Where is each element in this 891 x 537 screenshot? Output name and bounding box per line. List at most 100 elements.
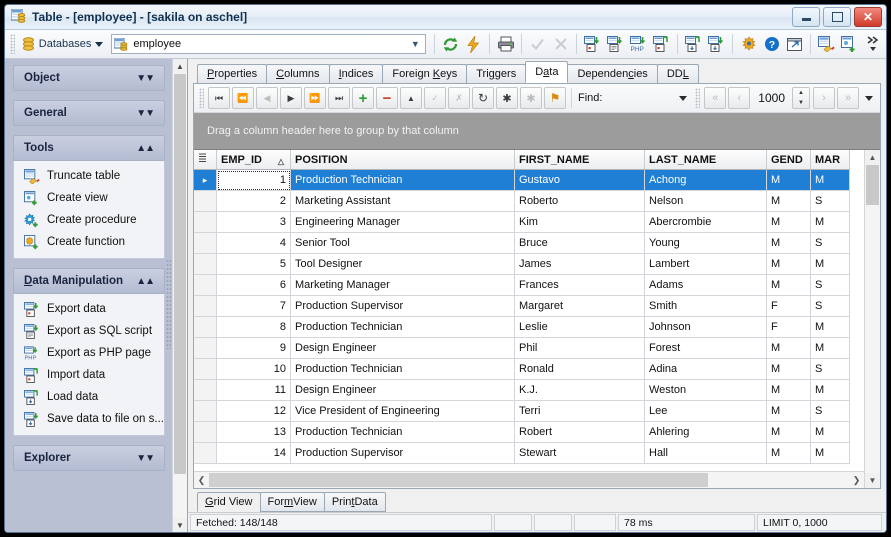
cell-first_name[interactable]: Robert xyxy=(514,421,645,443)
grid-horizontal-scrollbar[interactable]: ❮ ❯ xyxy=(194,471,864,488)
find-input[interactable] xyxy=(606,89,674,107)
cell-marital[interactable]: S xyxy=(810,400,850,422)
row-indicator[interactable] xyxy=(194,211,217,233)
cell-last_name[interactable]: Achong xyxy=(644,169,767,191)
refresh-data-button[interactable]: ↻ xyxy=(472,87,494,109)
save-data-button[interactable] xyxy=(705,32,728,56)
row-indicator-header[interactable] xyxy=(194,150,217,170)
tab-form-view[interactable]: For m View xyxy=(259,492,325,512)
table-row[interactable]: 8 Production Technician Leslie Johnson F M xyxy=(194,316,850,338)
cell-emp_id[interactable]: 13 xyxy=(216,421,291,443)
tab-data[interactable]: Da ta xyxy=(525,61,569,83)
cancel-edit-button[interactable]: ✗ xyxy=(448,87,470,109)
column-header-last-name[interactable]: LAST_NAME xyxy=(644,150,767,170)
minimize-button[interactable] xyxy=(792,7,820,27)
table-row[interactable]: 2 Marketing Assistant Roberto Nelson M S xyxy=(194,190,850,212)
cell-emp_id[interactable]: 4 xyxy=(216,232,291,254)
cell-marital[interactable]: M xyxy=(810,211,850,233)
last-page-button[interactable]: » xyxy=(837,87,859,109)
cell-last_name[interactable]: Nelson xyxy=(644,190,767,212)
column-header-marital[interactable]: MAR xyxy=(810,150,850,170)
cell-position[interactable]: Design Engineer xyxy=(290,379,515,401)
cell-last_name[interactable]: Abercrombie xyxy=(644,211,767,233)
overflow-button[interactable] xyxy=(861,32,884,56)
commit-button[interactable] xyxy=(526,32,549,56)
sidebar-item-create-procedure[interactable]: Create procedure xyxy=(14,209,164,231)
cell-gender[interactable]: M xyxy=(766,274,811,296)
cell-first_name[interactable]: Leslie xyxy=(514,316,645,338)
help-button[interactable]: ? xyxy=(760,32,783,56)
truncate-table-button[interactable] xyxy=(815,32,838,56)
table-row[interactable]: 3 Engineering Manager Kim Abercrombie M M xyxy=(194,211,850,233)
databases-dropdown[interactable]: Databases xyxy=(18,33,108,55)
prior-record-button[interactable]: ◀ xyxy=(256,87,278,109)
cell-gender[interactable]: M xyxy=(766,379,811,401)
import-data-button[interactable] xyxy=(650,32,673,56)
table-row[interactable]: 13 Production Technician Robert Ahlering M M xyxy=(194,421,850,443)
cell-last_name[interactable]: Smith xyxy=(644,295,767,317)
cell-gender[interactable]: F xyxy=(766,316,811,338)
cell-marital[interactable]: S xyxy=(810,274,850,296)
record-limit-spinner[interactable]: ▲ ▼ xyxy=(792,87,810,109)
close-button[interactable]: ✕ xyxy=(854,7,882,27)
sidebar-header-data-manipulation[interactable]: Data Manipulation ▲▲ xyxy=(13,268,165,294)
sidebar-item-import-data[interactable]: Import data xyxy=(14,364,164,386)
export-php-button[interactable]: PHP xyxy=(627,32,650,56)
vscroll-track[interactable] xyxy=(865,165,880,473)
tab-print-data[interactable]: Prin t Data xyxy=(323,492,386,512)
pager-overflow-icon[interactable] xyxy=(865,95,873,101)
cell-last_name[interactable]: Hall xyxy=(644,442,767,464)
cell-gender[interactable]: M xyxy=(766,253,811,275)
cell-position[interactable]: Production Technician xyxy=(290,358,515,380)
row-indicator[interactable] xyxy=(194,358,217,380)
row-indicator[interactable] xyxy=(194,337,217,359)
cell-first_name[interactable]: Frances xyxy=(514,274,645,296)
grid-vertical-scrollbar[interactable]: ▲ ▼ xyxy=(864,150,880,488)
cell-first_name[interactable]: Terri xyxy=(514,400,645,422)
sidebar-item-export-sql-script[interactable]: Export as SQL script xyxy=(14,320,164,342)
vscroll-thumb[interactable] xyxy=(866,165,879,205)
column-header-position[interactable]: POSITION xyxy=(290,150,515,170)
pager-grip[interactable] xyxy=(695,88,701,108)
cell-emp_id[interactable]: 12 xyxy=(216,400,291,422)
cell-emp_id[interactable]: 3 xyxy=(216,211,291,233)
next-page-button2[interactable]: › xyxy=(813,87,835,109)
scroll-right-icon[interactable]: ❯ xyxy=(849,475,864,486)
cell-marital[interactable]: M xyxy=(810,337,850,359)
sidebar-item-load-data[interactable]: Load data xyxy=(14,386,164,408)
cell-emp_id[interactable]: 2 xyxy=(216,190,291,212)
tab-foreign-keys[interactable]: Foreign Keys xyxy=(382,64,468,83)
cell-position[interactable]: Vice President of Engineering xyxy=(290,400,515,422)
execute-button[interactable] xyxy=(462,32,485,56)
cell-gender[interactable]: M xyxy=(766,337,811,359)
row-indicator[interactable] xyxy=(194,295,217,317)
sidebar-header-object[interactable]: Object ▼▼ xyxy=(13,65,165,91)
cell-emp_id[interactable]: 14 xyxy=(216,442,291,464)
last-record-button[interactable]: ⏭ xyxy=(328,87,350,109)
first-record-button[interactable]: ⏮ xyxy=(208,87,230,109)
sidebar-item-export-php-page[interactable]: PHP Export as PHP page xyxy=(14,342,164,364)
cell-first_name[interactable]: Phil xyxy=(514,337,645,359)
cell-marital[interactable]: M xyxy=(810,442,850,464)
cell-last_name[interactable]: Adams xyxy=(644,274,767,296)
cell-position[interactable]: Production Technician xyxy=(290,169,515,191)
tab-triggers[interactable]: Tri g gers xyxy=(466,64,527,83)
cell-gender[interactable]: M xyxy=(766,211,811,233)
cell-gender[interactable]: M xyxy=(766,358,811,380)
cell-first_name[interactable]: Bruce xyxy=(514,232,645,254)
column-header-first-name[interactable]: FIRST_NAME xyxy=(514,150,645,170)
table-row[interactable]: ▸ 1 Production Technician Gustavo Achong M M xyxy=(194,169,850,191)
cell-first_name[interactable]: Margaret xyxy=(514,295,645,317)
cell-first_name[interactable]: Ronald xyxy=(514,358,645,380)
table-row[interactable]: 11 Design Engineer K.J. Weston M M xyxy=(194,379,850,401)
table-row[interactable]: 9 Design Engineer Phil Forest M M xyxy=(194,337,850,359)
hscroll-thumb[interactable] xyxy=(209,473,709,487)
row-indicator[interactable] xyxy=(194,232,217,254)
scroll-up-icon[interactable]: ▲ xyxy=(865,150,880,165)
sidebar-item-export-data[interactable]: Export data xyxy=(14,298,164,320)
row-indicator[interactable] xyxy=(194,421,217,443)
cell-position[interactable]: Production Supervisor xyxy=(290,442,515,464)
next-page-button[interactable]: ⏩ xyxy=(304,87,326,109)
next-record-button[interactable]: ▶ xyxy=(280,87,302,109)
row-indicator[interactable]: ▸ xyxy=(194,169,217,191)
